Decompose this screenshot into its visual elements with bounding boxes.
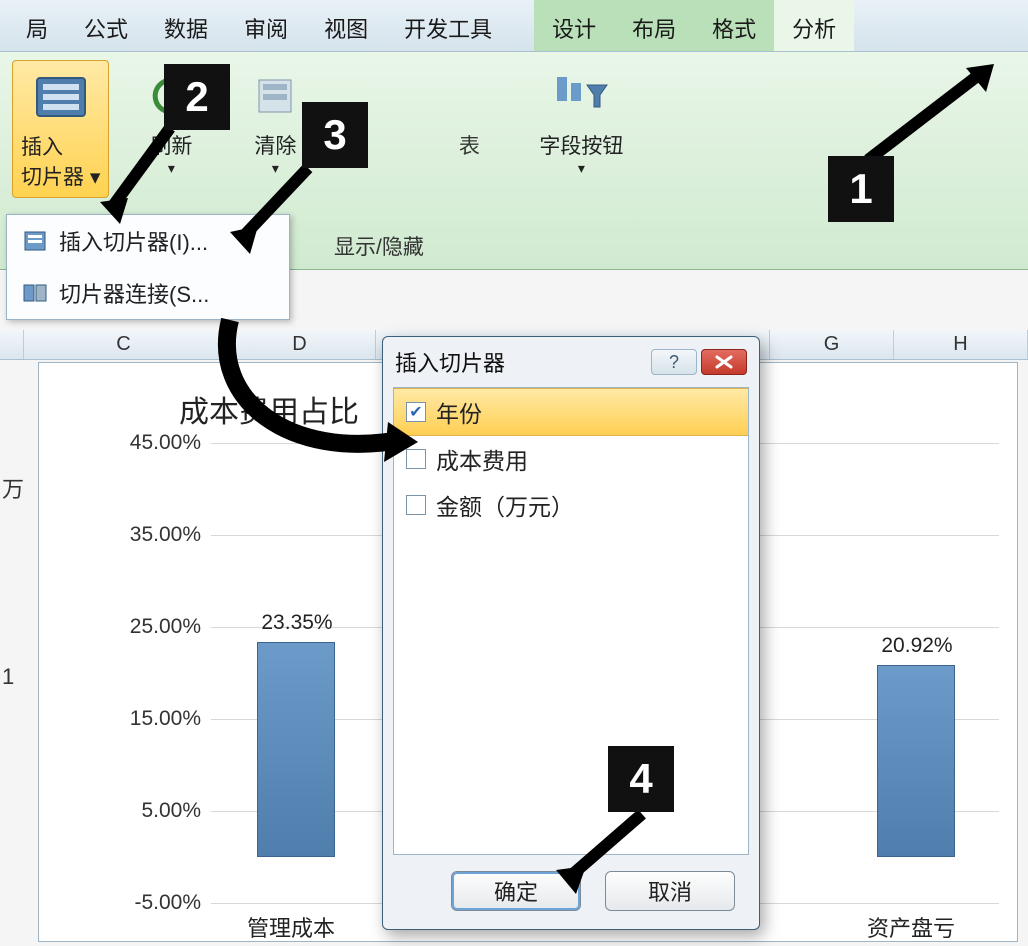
cat-label-1: 资产盘亏: [867, 911, 955, 943]
arrow-3a: [222, 160, 322, 260]
bar-management-cost[interactable]: [257, 642, 335, 857]
slicer-icon: [25, 67, 97, 127]
group-label-showhide: 显示/隐藏: [334, 231, 424, 261]
row-headers: 万 1: [0, 362, 26, 740]
menu-slicer-connections-label: 切片器连接(S...: [59, 277, 209, 309]
field-label-amount: 金额（万元）: [436, 488, 574, 522]
row-label-wan: 万: [0, 422, 26, 554]
close-icon: [715, 355, 733, 369]
dialog-title: 插入切片器: [395, 346, 647, 378]
dialog-help-button[interactable]: ?: [651, 349, 697, 375]
field-buttons-button[interactable]: 字段按钮 ▾: [531, 60, 631, 183]
ribbon-tab-view[interactable]: 视图: [306, 0, 386, 51]
cat-label-0: 管理成本: [247, 911, 335, 943]
ytick-35: 35.00%: [130, 523, 201, 547]
step-1-callout: 1: [828, 156, 894, 222]
step-2-callout: 2: [164, 64, 230, 130]
ribbon-tab-formula[interactable]: 公式: [66, 0, 146, 51]
field-label-cost: 成本费用: [436, 442, 528, 476]
ribbon-tab-strip: 局 公式 数据 审阅 视图 开发工具 设计 布局 格式 分析: [0, 0, 1028, 52]
ribbon-tab-data[interactable]: 数据: [146, 0, 226, 51]
ribbon-tab-devtools[interactable]: 开发工具: [386, 0, 510, 51]
table-icon: [433, 66, 505, 126]
dialog-close-button[interactable]: [701, 349, 747, 375]
ytick-15: 15.00%: [130, 707, 201, 731]
col-h[interactable]: H: [894, 330, 1028, 359]
field-row-cost[interactable]: 成本费用: [394, 436, 748, 482]
ribbon-tab-design[interactable]: 设计: [534, 0, 614, 51]
funnel-icon: [545, 66, 617, 126]
clear-label: 清除: [254, 130, 296, 160]
row-label-1: 1: [0, 614, 26, 740]
ribbon-tab-format[interactable]: 格式: [694, 0, 774, 51]
ribbon-tab-layout2[interactable]: 布局: [614, 0, 694, 51]
col-g[interactable]: G: [770, 330, 894, 359]
ytick-25: 25.00%: [130, 615, 201, 639]
field-row-year[interactable]: ✔ 年份: [394, 388, 748, 436]
field-row-amount[interactable]: 金额（万元）: [394, 482, 748, 528]
bar-label-0: 23.35%: [237, 611, 357, 635]
ribbon-tab-review[interactable]: 审阅: [226, 0, 306, 51]
dialog-titlebar[interactable]: 插入切片器 ?: [389, 343, 753, 381]
arrow-4: [548, 808, 658, 898]
field-buttons-label: 字段按钮: [539, 130, 623, 160]
step-4-callout: 4: [608, 746, 674, 812]
slicer-small-icon: [21, 227, 49, 255]
clear-icon: [239, 66, 311, 126]
ribbon-tab-layout[interactable]: 局: [8, 0, 66, 51]
col-c[interactable]: C: [24, 330, 224, 359]
field-label-year: 年份: [436, 395, 482, 429]
arrow-3b: [200, 310, 420, 480]
ytick-n5: -5.00%: [134, 891, 201, 915]
bar-asset-loss[interactable]: [877, 665, 955, 857]
step-3-callout: 3: [302, 102, 368, 168]
arrow-1: [860, 60, 1000, 170]
ribbon-tab-analyze[interactable]: 分析: [774, 0, 854, 51]
arrow-2: [94, 120, 184, 230]
insert-slicer-label: 插入切片器 ▾: [21, 131, 100, 191]
slicer-conn-icon: [21, 279, 49, 307]
table-label: 表: [459, 130, 480, 160]
ytick-45: 45.00%: [130, 431, 201, 455]
table-button[interactable]: 表: [425, 60, 513, 166]
dialog-body: ✔ 年份 成本费用 金额（万元）: [393, 387, 749, 855]
checkbox-amount[interactable]: [406, 495, 426, 515]
ytick-5: 5.00%: [141, 799, 201, 823]
bar-label-1: 20.92%: [857, 634, 977, 658]
